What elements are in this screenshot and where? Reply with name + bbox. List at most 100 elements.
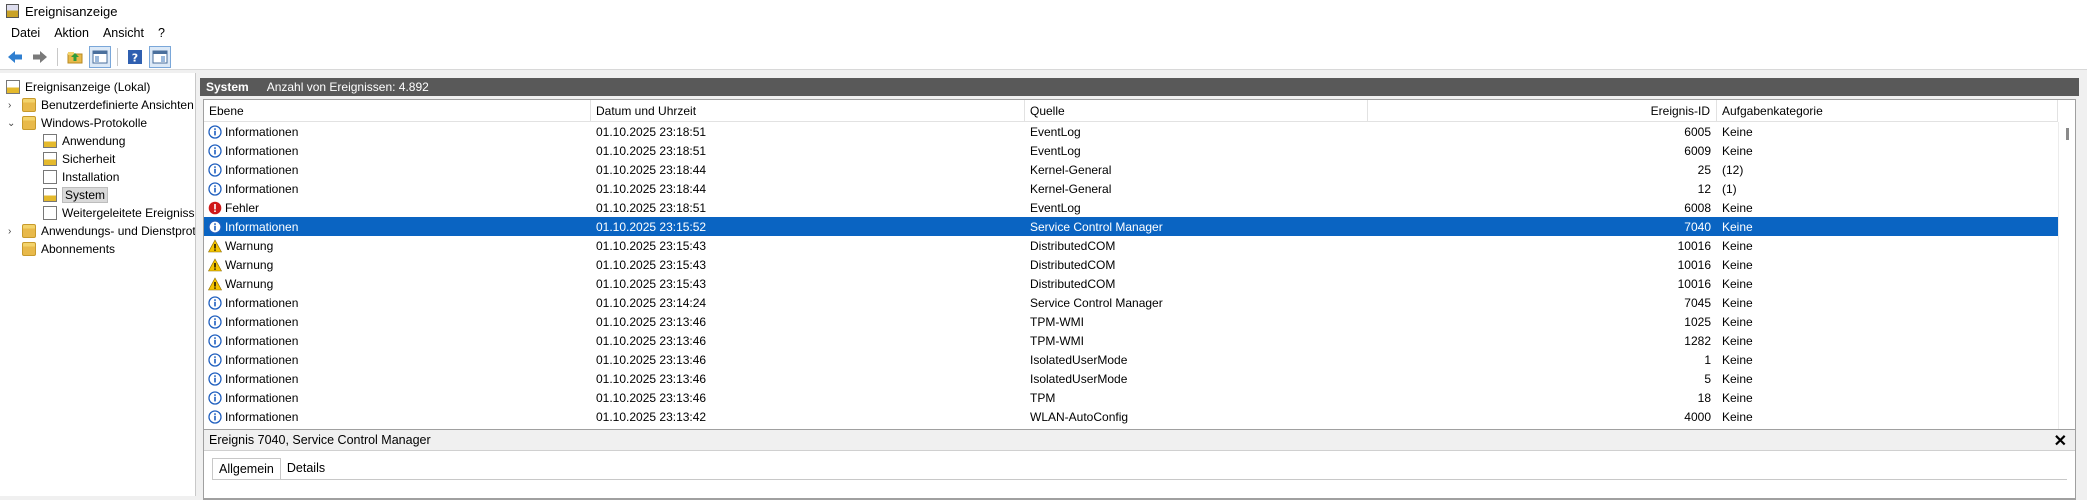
column-header-date[interactable]: Datum und Uhrzeit [591,100,1025,122]
scrollbar-thumb[interactable] [2066,128,2069,140]
cell-event-id: 7045 [1684,295,1711,310]
cell-level: Fehler [204,198,591,217]
event-count: Anzahl von Ereignissen: 4.892 [266,80,429,94]
tree-item-installation[interactable]: Installation [43,168,119,186]
tree-item-sicherheit[interactable]: Sicherheit [43,150,115,168]
column-header-event-id[interactable]: Ereignis-ID [1368,100,1717,122]
level-text: Fehler [225,200,260,215]
show-hide-tree-icon[interactable] [89,45,111,68]
log-icon [43,134,57,148]
tree-item-root[interactable]: Ereignisanzeige (Lokal) [6,78,150,96]
level-text: Informationen [225,162,299,177]
cell-source: Kernel-General [1030,181,1112,196]
navigation-tree: Ereignisanzeige (Lokal) › Benutzerdefini… [0,73,196,496]
tree-item-forwarded-events[interactable]: Weitergeleitete Ereignisse [43,204,195,222]
tree-item-system[interactable]: System [43,186,109,204]
cell-source: EventLog [1030,124,1081,139]
tree-item-windows-logs[interactable]: ⌄ Windows-Protokolle [7,114,147,132]
cell-level: Informationen [204,312,591,331]
folder-icon [22,242,36,256]
close-icon[interactable]: ✕ [2054,431,2067,451]
table-row[interactable]: Informationen 01.10.2025 23:18:44 Kernel-G… [204,160,2058,179]
menu-aktion[interactable]: Aktion [47,24,96,42]
cell-level: Informationen [204,160,591,179]
detail-tabs: Allgemein Details [212,458,331,480]
cell-event-id: 6008 [1684,200,1711,215]
cell-task-category: Keine [1722,352,1753,367]
cell-task-category: Keine [1722,276,1753,291]
show-hide-action-icon[interactable] [149,45,171,68]
cell-date: 01.10.2025 23:13:46 [596,314,707,329]
main-pane: System Anzahl von Ereignissen: 4.892 Ebe… [200,73,2087,500]
table-row[interactable]: Fehler 01.10.2025 23:18:51 EventLog 6008 Kei… [204,198,2058,217]
cell-task-category: Keine [1722,390,1753,405]
menu-help[interactable]: ? [151,24,172,42]
info-icon [208,390,222,405]
cell-date: 01.10.2025 23:18:44 [596,181,707,196]
table-row[interactable]: Informationen 01.10.2025 23:13:46 TPM 18 Kei… [204,388,2058,407]
chevron-down-icon[interactable]: ⌄ [7,118,15,129]
cell-date: 01.10.2025 23:13:46 [596,352,707,367]
column-header-source[interactable]: Quelle [1025,100,1368,122]
menu-bar: Datei Aktion Ansicht ? [0,22,2087,44]
forward-arrow-icon[interactable] [29,46,51,68]
table-row[interactable]: Informationen 01.10.2025 23:18:51 EventLog… [204,141,2058,160]
cell-task-category: Keine [1722,219,1753,234]
cell-task-category: Keine [1722,124,1753,139]
table-row[interactable]: Informationen 01.10.2025 23:13:46 TPM-WMI 1… [204,312,2058,331]
cell-date: 01.10.2025 23:13:46 [596,333,707,348]
info-icon [208,314,222,329]
table-row[interactable]: Warnung 01.10.2025 23:15:43 DistributedCOM… [204,255,2058,274]
cell-date: 01.10.2025 23:13:46 [596,390,707,405]
folder-up-icon[interactable] [64,46,86,68]
cell-level: Informationen [204,293,591,312]
cell-source: Service Control Manager [1030,295,1163,310]
cell-event-id: 1282 [1684,333,1711,348]
svg-text:?: ? [132,51,138,64]
tree-item-subscriptions[interactable]: Abonnements [22,240,115,258]
help-icon[interactable]: ? [124,46,146,68]
detail-title: Ereignis 7040, Service Control Manager [204,430,2075,451]
cell-source: DistributedCOM [1030,276,1116,291]
cell-task-category: Keine [1722,333,1753,348]
cell-level: Informationen [204,350,591,369]
tab-allgemein[interactable]: Allgemein [212,458,281,480]
cell-source: EventLog [1030,143,1081,158]
table-row[interactable]: Informationen 01.10.2025 23:14:24 Service … [204,293,2058,312]
tree-item-anwendung[interactable]: Anwendung [43,132,125,150]
table-row[interactable]: Informationen 01.10.2025 23:13:46 Isolated… [204,369,2058,388]
table-row[interactable]: Informationen 01.10.2025 23:18:51 EventLog… [204,122,2058,141]
info-icon [208,333,222,348]
cell-level: Informationen [204,388,591,407]
chevron-right-icon[interactable]: › [8,100,11,111]
tree-item-app-services[interactable]: › Anwendungs- und Dienstprotokolle [8,222,195,240]
cell-task-category: Keine [1722,371,1753,386]
log-name: System [206,80,249,94]
column-header-task-category[interactable]: Aufgabenkategorie [1717,100,2058,122]
cell-source: EventLog [1030,200,1081,215]
cell-event-id: 12 [1697,181,1711,196]
cell-task-category: Keine [1722,257,1753,272]
cell-date: 01.10.2025 23:15:43 [596,276,707,291]
cell-event-id: 10016 [1677,238,1711,253]
chevron-right-icon[interactable]: › [8,226,11,237]
table-row[interactable]: Warnung 01.10.2025 23:15:43 DistributedCOM… [204,274,2058,293]
level-text: Informationen [225,314,299,329]
log-header-bar: System Anzahl von Ereignissen: 4.892 [200,78,2079,96]
menu-ansicht[interactable]: Ansicht [96,24,151,42]
table-row[interactable]: Informationen 01.10.2025 23:15:52 Service … [204,217,2058,236]
cell-date: 01.10.2025 23:15:43 [596,238,707,253]
table-row[interactable]: Informationen 01.10.2025 23:13:46 Isolated… [204,350,2058,369]
table-row[interactable]: Informationen 01.10.2025 23:18:44 Kernel-G… [204,179,2058,198]
cell-task-category: (1) [1722,181,1737,196]
cell-level: Informationen [204,407,591,426]
back-arrow-icon[interactable] [4,46,26,68]
column-header-level[interactable]: Ebene [204,100,591,122]
tab-details[interactable]: Details [281,458,331,480]
menu-datei[interactable]: Datei [4,24,47,42]
table-row[interactable]: Informationen 01.10.2025 23:13:42 WLAN-Aut… [204,407,2058,426]
tree-item-custom-views[interactable]: › Benutzerdefinierte Ansichten [8,96,194,114]
table-row[interactable]: Informationen 01.10.2025 23:13:46 TPM-WMI 1… [204,331,2058,350]
table-row[interactable]: Warnung 01.10.2025 23:15:43 DistributedCOM… [204,236,2058,255]
cell-date: 01.10.2025 23:18:51 [596,143,707,158]
